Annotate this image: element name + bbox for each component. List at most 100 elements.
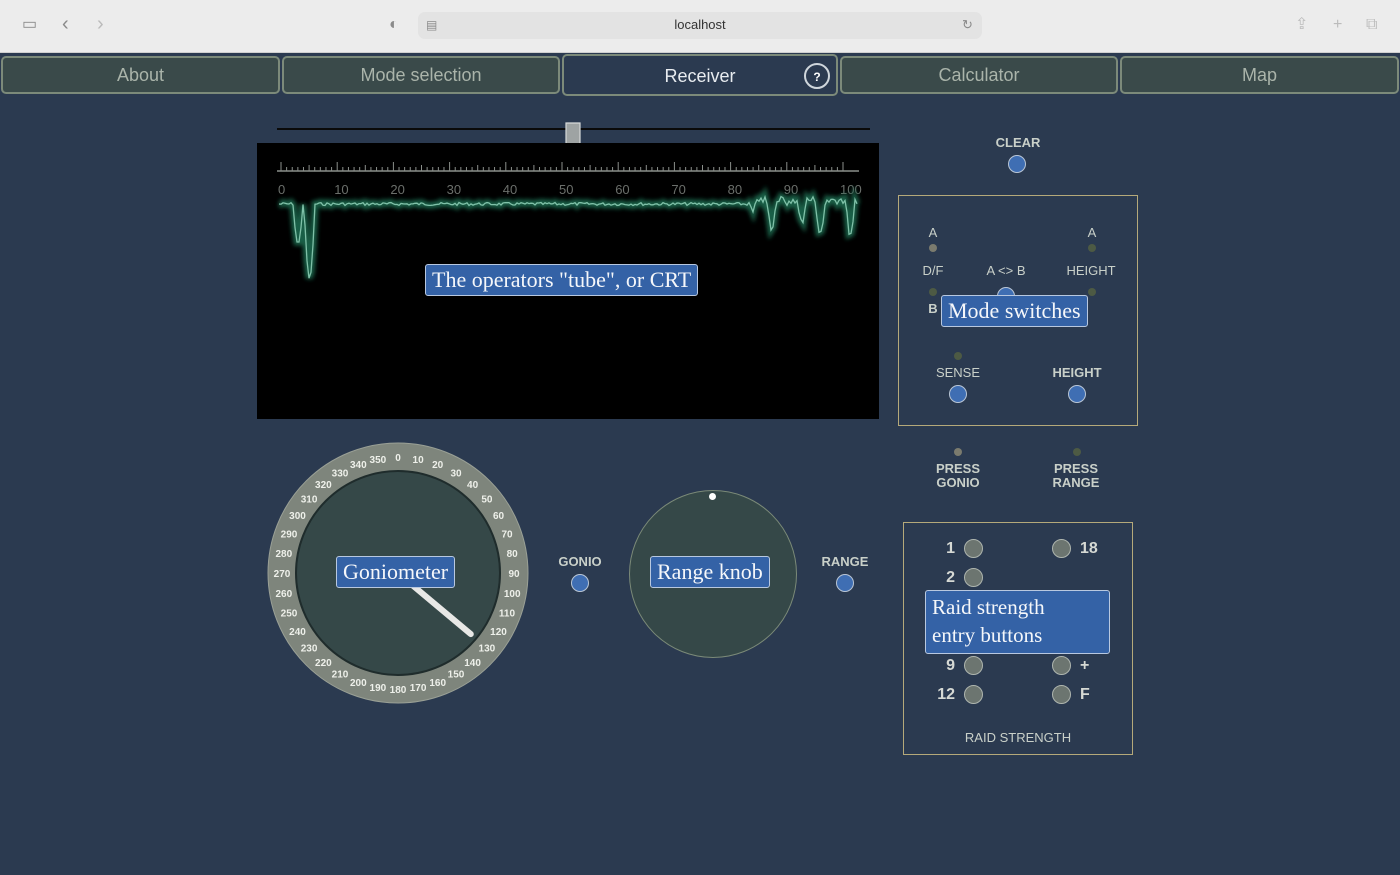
help-button[interactable]: ? xyxy=(804,63,830,89)
tab-receiver[interactable]: Receiver ? xyxy=(562,54,838,96)
crt-scale-label: 0 xyxy=(278,182,285,197)
goniometer-scale-label: 180 xyxy=(390,685,407,696)
goniometer-scale-label: 30 xyxy=(450,469,462,480)
sidebar-icon[interactable]: ▭ xyxy=(22,17,37,33)
shield-icon[interactable]: ◐ xyxy=(389,17,399,33)
goniometer-scale-label: 240 xyxy=(289,627,306,638)
goniometer-scale-label: 210 xyxy=(332,670,349,681)
raid-button-f[interactable] xyxy=(1052,685,1071,704)
mode-b-label: B xyxy=(928,301,938,316)
goniometer-scale-label: 310 xyxy=(301,494,318,505)
goniometer-scale-label: 80 xyxy=(507,549,519,560)
goniometer-scale-label: 290 xyxy=(281,529,298,540)
press-range-lamp xyxy=(1073,448,1081,456)
mode-b-lamp xyxy=(929,288,937,296)
raid-label-1: 1 xyxy=(946,540,955,557)
range-knob-indicator xyxy=(709,493,716,500)
range-button[interactable] xyxy=(836,574,854,592)
press-gonio-lamp xyxy=(954,448,962,456)
raid-button-18[interactable] xyxy=(1052,539,1071,558)
raid-button-2[interactable] xyxy=(964,568,983,587)
height-button[interactable] xyxy=(1068,385,1086,403)
sense-button[interactable] xyxy=(949,385,967,403)
goniometer-scale-label: 270 xyxy=(274,569,291,580)
forward-icon[interactable]: › xyxy=(97,14,104,34)
goniometer-scale-label: 50 xyxy=(481,494,493,505)
raid-label-12: 12 xyxy=(937,686,955,703)
gonio-button[interactable] xyxy=(571,574,589,592)
range-knob-callout: Range knob xyxy=(650,556,770,588)
back-icon[interactable]: ‹ xyxy=(62,14,69,34)
raid-strength-callout: Raid strength entry buttons xyxy=(925,590,1110,654)
tab-bar: About Mode selection Receiver ? Calculat… xyxy=(0,54,1400,98)
mode-height-lamp xyxy=(1088,288,1096,296)
goniometer-scale-label: 60 xyxy=(493,511,505,522)
url-text: localhost xyxy=(674,17,726,32)
goniometer-scale-label: 300 xyxy=(289,511,306,522)
reload-icon[interactable]: ↻ xyxy=(962,17,973,33)
goniometer-scale-label: 160 xyxy=(429,678,446,689)
gonio-label: GONIO xyxy=(558,554,602,569)
goniometer-scale-label: 40 xyxy=(467,480,479,491)
add-tab-icon[interactable]: + xyxy=(1333,17,1342,33)
crt-scale-label: 30 xyxy=(447,182,461,197)
goniometer-scale-label: 320 xyxy=(315,480,332,491)
crt-scale-label: 60 xyxy=(615,182,629,197)
sense-lamp xyxy=(954,352,962,360)
tab-mode-selection[interactable]: Mode selection xyxy=(282,56,560,94)
goniometer-scale-label: 250 xyxy=(281,609,298,620)
crt-callout: The operators "tube", or CRT xyxy=(425,264,699,296)
goniometer-callout: Goniometer xyxy=(336,556,456,588)
tab-map[interactable]: Map xyxy=(1120,56,1399,94)
raid-label-9: 9 xyxy=(946,657,955,674)
share-icon[interactable]: ⇪ xyxy=(1295,17,1308,33)
goniometer-scale-label: 220 xyxy=(315,658,332,669)
raid-button-plus[interactable] xyxy=(1052,656,1071,675)
tab-receiver-label: Receiver xyxy=(664,66,736,86)
crt-scale-label: 70 xyxy=(671,182,685,197)
mode-df-label: D/F xyxy=(922,263,944,278)
crt-scale-label: 50 xyxy=(559,182,573,197)
crt-scale-label: 80 xyxy=(728,182,742,197)
goniometer-scale-label: 150 xyxy=(448,670,465,681)
raid-button-1[interactable] xyxy=(964,539,983,558)
mode-switches-callout: Mode switches xyxy=(941,295,1088,327)
goniometer-scale-label: 190 xyxy=(370,683,387,694)
crt-scale-label: 20 xyxy=(390,182,404,197)
raid-callout-line-2: entry buttons xyxy=(932,623,1043,647)
sense-label: SENSE xyxy=(935,365,981,380)
goniometer-scale-label: 140 xyxy=(464,658,481,669)
raid-label-18: 18 xyxy=(1080,540,1098,557)
raid-button-9[interactable] xyxy=(964,656,983,675)
tab-overview-icon[interactable]: ⧉ xyxy=(1366,17,1377,33)
height-label: HEIGHT xyxy=(1052,365,1102,380)
goniometer-scale-label: 130 xyxy=(479,644,496,655)
goniometer-scale-label: 0 xyxy=(395,453,401,464)
mode-a-right-lamp xyxy=(1088,244,1096,252)
raid-button-12[interactable] xyxy=(964,685,983,704)
goniometer-scale-label: 200 xyxy=(350,678,367,689)
raid-callout-line-1: Raid strength xyxy=(932,595,1045,619)
press-range-label: PRESS RANGE xyxy=(1052,461,1100,490)
goniometer-scale-label: 10 xyxy=(413,455,425,466)
goniometer-scale-label: 170 xyxy=(410,683,427,694)
crt-scale-label: 100 xyxy=(840,182,862,197)
goniometer-scale-label: 260 xyxy=(275,589,292,600)
press-gonio-label: PRESS GONIO xyxy=(935,461,981,490)
goniometer-scale-label: 280 xyxy=(275,549,292,560)
goniometer-scale-label: 70 xyxy=(501,529,513,540)
tab-about[interactable]: About xyxy=(1,56,280,94)
goniometer-scale-label: 110 xyxy=(499,609,516,620)
goniometer-scale-label: 350 xyxy=(370,455,387,466)
mode-height-small-label: HEIGHT xyxy=(1066,263,1116,278)
raid-label-plus: + xyxy=(1080,657,1090,674)
mode-a-right-label: A xyxy=(1087,225,1097,240)
goniometer-scale-label: 340 xyxy=(350,460,367,471)
crt-scale-label: 90 xyxy=(784,182,798,197)
clear-label: CLEAR xyxy=(995,135,1041,150)
raid-label-2: 2 xyxy=(946,569,955,586)
tab-calculator[interactable]: Calculator xyxy=(840,56,1118,94)
address-bar[interactable]: ▤ localhost ↻ xyxy=(418,12,982,39)
mode-a-left-label: A xyxy=(928,225,938,240)
clear-button[interactable] xyxy=(1008,155,1026,173)
